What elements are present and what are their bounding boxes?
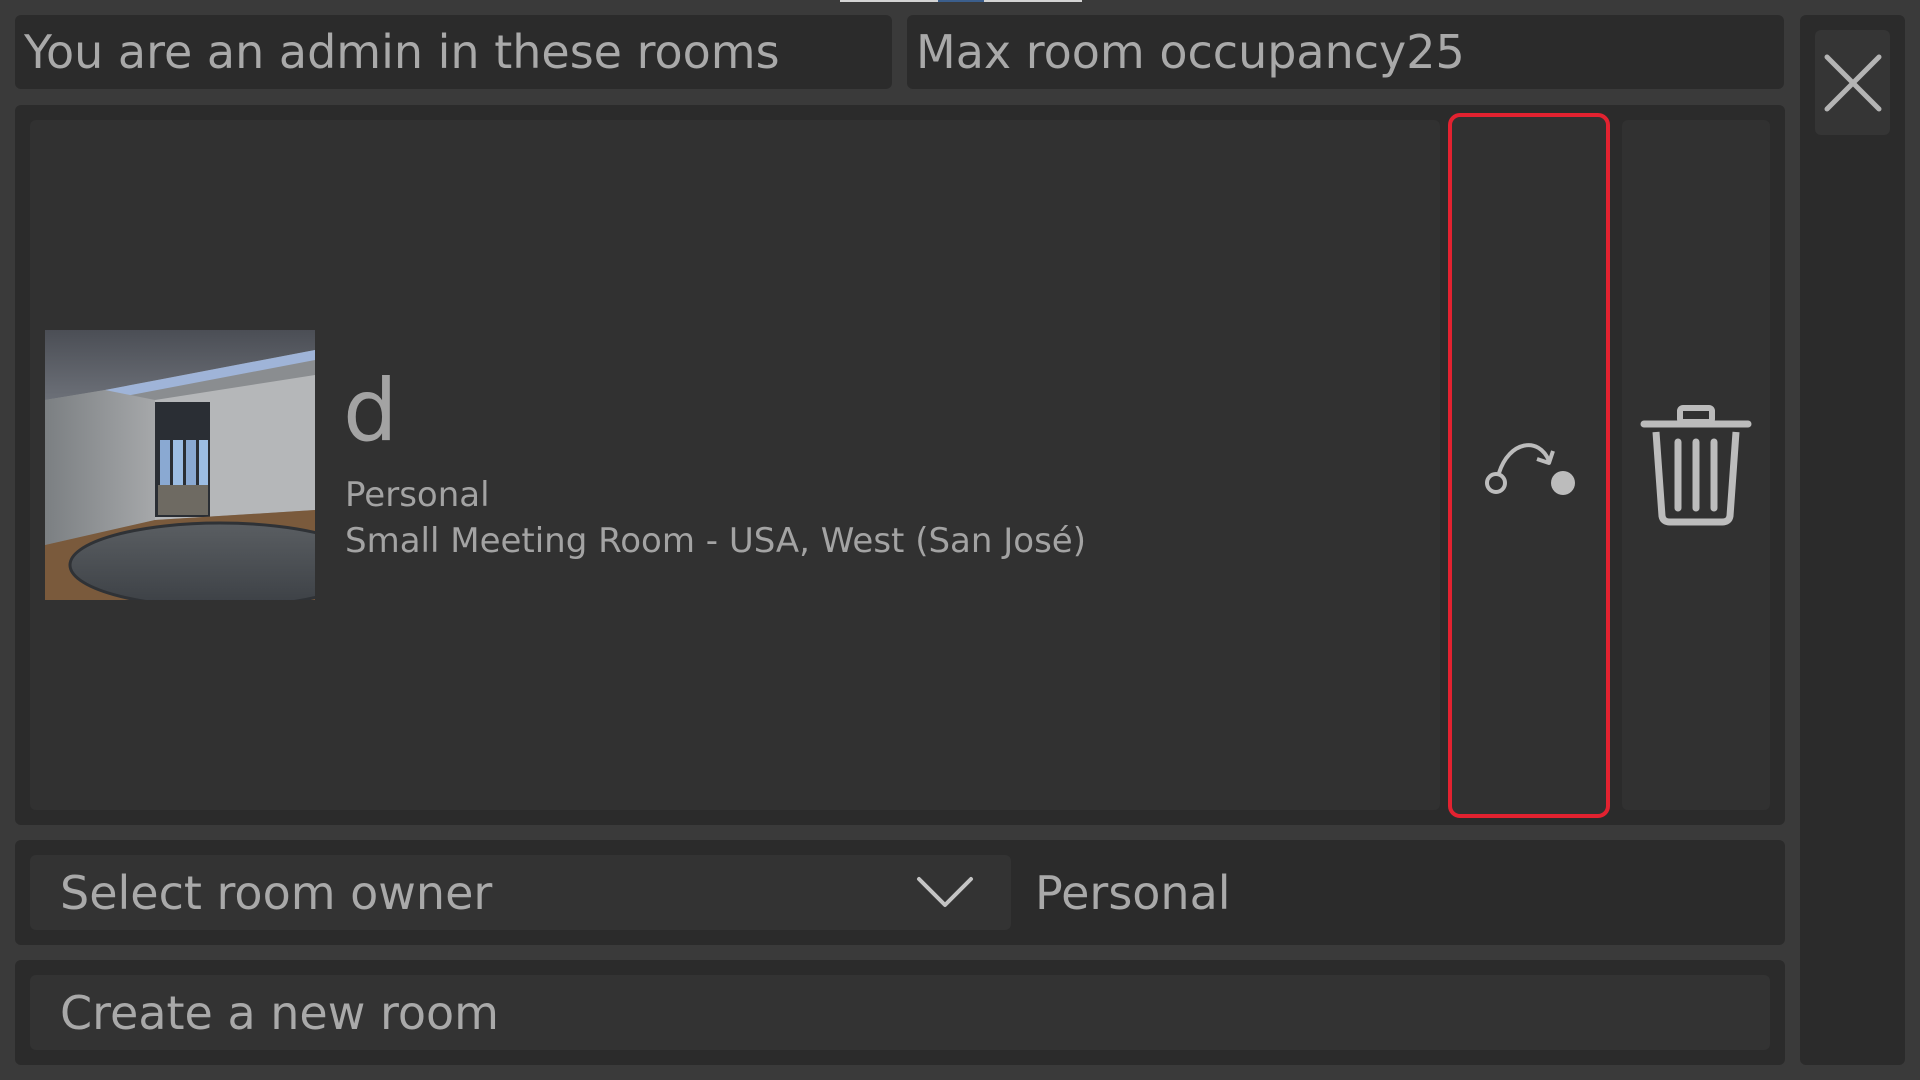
trash-icon — [1640, 405, 1752, 526]
right-sidebar — [1800, 15, 1905, 1065]
max-occupancy-label: Max room occupancy25 — [907, 15, 1784, 89]
chevron-down-icon[interactable] — [912, 868, 978, 918]
room-owner-dropdown[interactable]: Select room owner — [30, 855, 1011, 930]
admin-rooms-header: You are an admin in these rooms — [15, 15, 892, 89]
room-name: d — [343, 361, 398, 461]
room-type: Personal — [345, 475, 490, 515]
room-owner-value: Personal — [1035, 865, 1231, 920]
close-icon — [1824, 54, 1881, 111]
delete-room-button[interactable] — [1622, 120, 1770, 810]
top-tab-active-indicator — [938, 0, 984, 2]
join-room-button[interactable] — [1448, 113, 1610, 818]
room-description: Small Meeting Room - USA, West (San José… — [345, 521, 1086, 561]
join-room-icon — [1485, 442, 1575, 495]
room-thumbnail — [45, 330, 315, 600]
create-room-button[interactable]: Create a new room — [30, 975, 1770, 1050]
close-button[interactable] — [1815, 30, 1890, 135]
